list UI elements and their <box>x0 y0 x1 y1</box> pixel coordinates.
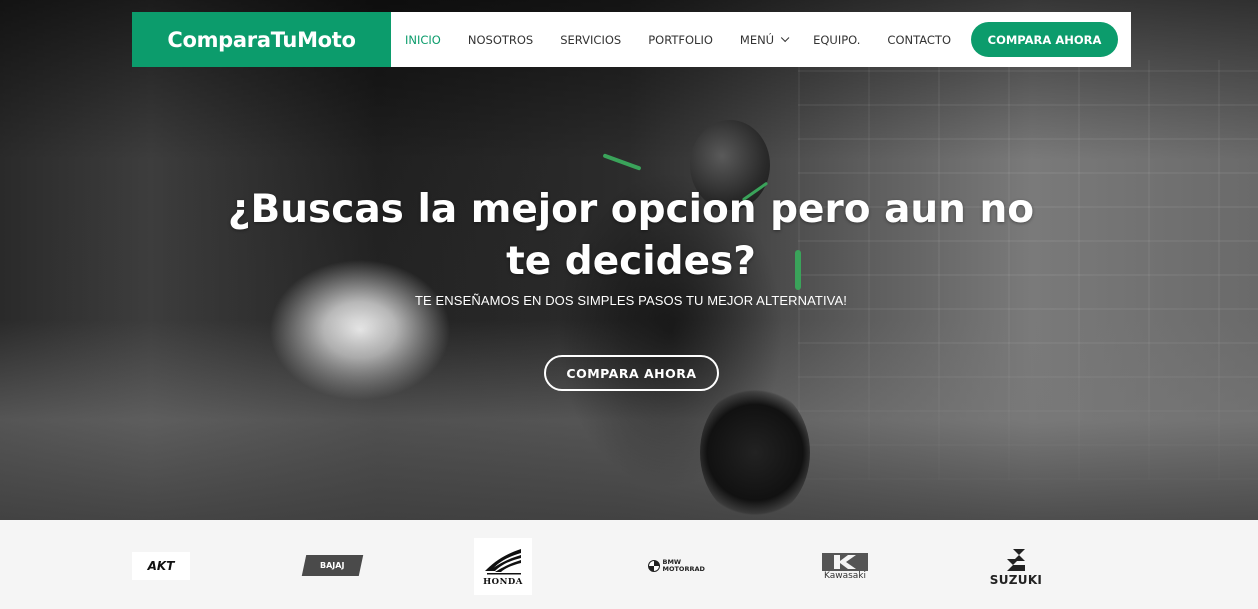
nav-item-menu[interactable]: MENÚ <box>739 32 790 47</box>
suzuki-logo[interactable]: SUZUKI <box>986 546 1046 588</box>
suzuki-s-icon <box>1007 549 1025 571</box>
hero-subtitle: TE ENSEÑAMOS EN DOS SIMPLES PASOS TU MEJ… <box>415 293 847 308</box>
kawasaki-logo-text: Kawasaki <box>823 570 867 581</box>
akt-logo-text: AKT <box>147 559 175 573</box>
hero-compara-ahora-button[interactable]: COMPARA AHORA <box>544 355 719 391</box>
nav-item-menu-label: MENÚ <box>739 32 775 47</box>
bmw-motorrad-logo[interactable]: BMW MOTORRAD <box>644 558 706 574</box>
brand-logo[interactable]: ComparaTuMoto <box>132 12 391 67</box>
nav-item-inicio[interactable]: INICIO <box>405 33 441 47</box>
bajaj-logo[interactable]: BAJAJ <box>301 555 364 576</box>
chevron-down-icon <box>780 33 790 42</box>
hero-title: ¿Buscas la mejor opcion pero aun no te d… <box>227 187 1035 284</box>
kawasaki-k-icon <box>822 552 868 571</box>
bmw-roundel-icon <box>647 560 660 572</box>
suzuki-logo-text: SUZUKI <box>989 573 1043 587</box>
bajaj-logo-shape: BAJAJ <box>301 555 364 576</box>
nav-item-equipo[interactable]: EQUIPO. <box>813 33 860 47</box>
motorcycle-front-wheel <box>700 385 810 520</box>
nav-menu: INICIO NOSOTROS SERVICIOS PORTFOLIO MENÚ… <box>405 12 978 67</box>
top-navbar: ComparaTuMoto INICIO NOSOTROS SERVICIOS … <box>132 12 1131 67</box>
nav-item-servicios[interactable]: SERVICIOS <box>560 33 621 47</box>
nav-item-nosotros[interactable]: NOSOTROS <box>468 33 533 47</box>
nav-item-contacto[interactable]: CONTACTO <box>887 33 951 47</box>
bajaj-logo-text: BAJAJ <box>320 561 345 570</box>
honda-logo-text: HONDA <box>483 576 523 587</box>
nav-compara-ahora-button[interactable]: COMPARA AHORA <box>971 22 1118 57</box>
nav-item-portfolio[interactable]: PORTFOLIO <box>648 33 713 47</box>
kawasaki-logo[interactable]: Kawasaki <box>818 551 872 582</box>
bmw-logo-text: BMW MOTORRAD <box>662 558 705 573</box>
honda-wing-icon <box>485 548 521 574</box>
honda-logo[interactable]: HONDA <box>474 538 532 595</box>
akt-logo[interactable]: AKT <box>132 552 190 580</box>
